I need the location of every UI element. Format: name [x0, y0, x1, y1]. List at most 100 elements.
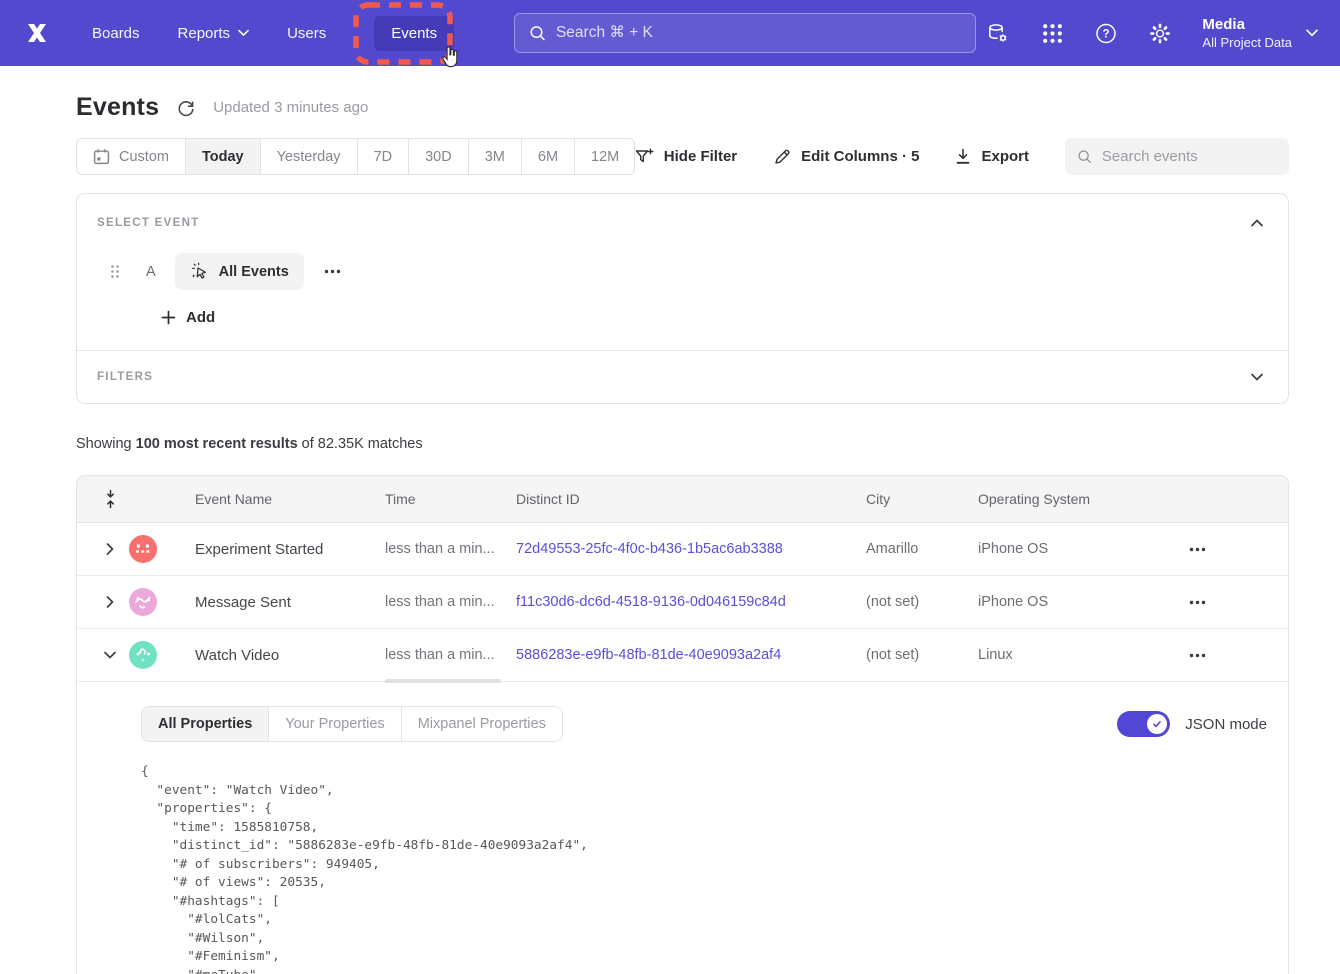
tab-mixpanel-properties[interactable]: Mixpanel Properties	[402, 707, 562, 741]
table-header-row: Event Name Time Distinct ID City Operati…	[77, 476, 1288, 523]
export-label: Export	[981, 148, 1029, 165]
date-range-6m[interactable]: 6M	[522, 139, 575, 174]
row-actions-button[interactable]	[1185, 596, 1210, 609]
query-builder-card: SELECT EVENT A	[76, 193, 1289, 404]
avatar	[129, 641, 157, 669]
global-search-input[interactable]	[556, 24, 961, 42]
event-avatar	[129, 641, 173, 669]
date-range-label: 30D	[425, 149, 452, 165]
refresh-icon[interactable]	[176, 98, 196, 118]
date-range-12m[interactable]: 12M	[575, 139, 635, 174]
nav-item-reports[interactable]: Reports	[178, 25, 250, 42]
column-header-distinct-id[interactable]: Distinct ID	[500, 491, 850, 507]
json-mode-label: JSON mode	[1185, 716, 1267, 733]
nav-item-label: Boards	[92, 25, 140, 42]
hand-cursor-icon	[439, 45, 463, 71]
column-header-city[interactable]: City	[850, 491, 962, 507]
collapse-section-button[interactable]	[1246, 212, 1268, 234]
date-range-30d[interactable]: 30D	[409, 139, 469, 174]
date-range-selector: Custom Today Yesterday 7D 30D 3M 6M 12M	[76, 138, 635, 175]
row-expand-button[interactable]	[91, 596, 129, 608]
event-query-row: A All Events	[97, 253, 1268, 290]
nav-item-label: Reports	[178, 25, 231, 42]
hide-filter-label: Hide Filter	[664, 148, 737, 165]
export-button[interactable]: Export	[955, 148, 1029, 165]
chevron-down-icon	[104, 651, 116, 659]
distinct-id-link[interactable]: f11c30d6-dc6d-4518-9136-0d046159c84d	[500, 594, 850, 610]
date-range-custom[interactable]: Custom	[77, 139, 186, 174]
avatar	[129, 588, 157, 616]
chevron-down-icon	[1306, 29, 1318, 37]
edit-columns-button[interactable]: Edit Columns · 5	[773, 148, 919, 166]
settings-gear-icon[interactable]	[1148, 21, 1172, 45]
events-table: Event Name Time Distinct ID City Operati…	[76, 475, 1289, 974]
row-actions-button[interactable]	[1185, 649, 1210, 662]
help-icon[interactable]: ?	[1094, 21, 1118, 45]
row-collapse-button[interactable]	[91, 651, 129, 659]
search-events-input[interactable]	[1102, 148, 1277, 165]
add-event-button[interactable]: Add	[161, 309, 215, 326]
event-name: Message Sent	[173, 594, 370, 611]
chevron-up-icon	[1251, 219, 1263, 227]
event-name: Experiment Started	[173, 541, 370, 558]
date-range-label: 6M	[538, 149, 558, 165]
global-search-bar[interactable]	[514, 13, 976, 53]
event-selector-button[interactable]: All Events	[175, 253, 304, 290]
filters-section[interactable]: FILTERS	[77, 351, 1288, 403]
filters-label: FILTERS	[97, 371, 153, 383]
avatar-face-icon	[129, 641, 157, 669]
json-mode-toggle[interactable]	[1117, 711, 1170, 737]
date-range-label: 3M	[485, 149, 505, 165]
row-expand-button[interactable]	[91, 543, 129, 555]
plus-icon	[161, 310, 176, 325]
date-range-label: Custom	[119, 149, 169, 165]
data-management-icon[interactable]	[986, 21, 1010, 45]
date-range-7d[interactable]: 7D	[358, 139, 410, 174]
event-city: (not set)	[850, 647, 962, 663]
expand-section-button[interactable]	[1246, 366, 1268, 388]
event-row-more-button[interactable]	[324, 269, 341, 274]
results-prefix: Showing	[76, 436, 136, 452]
nav-item-events-active[interactable]: Events	[374, 16, 454, 51]
ellipsis-icon	[324, 269, 341, 274]
apps-grid-icon[interactable]	[1040, 21, 1064, 45]
magic-cursor-icon	[190, 262, 209, 281]
main-content: Events Updated 3 minutes ago Custom Toda…	[0, 93, 1340, 974]
column-header-event-name[interactable]: Event Name	[173, 491, 370, 507]
project-switcher[interactable]: Media All Project Data	[1202, 15, 1318, 51]
select-event-section: SELECT EVENT A	[77, 194, 1288, 350]
add-label: Add	[186, 309, 215, 326]
column-header-os[interactable]: Operating System	[962, 491, 1169, 507]
date-range-3m[interactable]: 3M	[469, 139, 522, 174]
hide-filter-button[interactable]: Hide Filter	[635, 148, 737, 166]
event-detail-panel: All Properties Your Properties Mixpanel …	[77, 682, 1288, 974]
mixpanel-logo-icon[interactable]	[22, 18, 52, 48]
toolbar: Custom Today Yesterday 7D 30D 3M 6M 12M …	[76, 138, 1289, 175]
nav-item-boards[interactable]: Boards	[92, 25, 140, 42]
avatar-face-icon	[129, 588, 157, 616]
select-event-label: SELECT EVENT	[97, 217, 200, 229]
row-actions-button[interactable]	[1185, 543, 1210, 556]
ellipsis-icon	[1189, 547, 1206, 552]
date-range-today[interactable]: Today	[186, 139, 261, 174]
query-row-letter: A	[146, 264, 156, 280]
event-json-viewer[interactable]: { "event": "Watch Video", "properties": …	[141, 763, 1267, 974]
date-range-yesterday[interactable]: Yesterday	[261, 139, 358, 174]
check-icon	[1151, 718, 1163, 730]
drag-handle-icon[interactable]	[110, 264, 120, 279]
horizontal-scrollbar[interactable]	[385, 679, 501, 683]
project-info: Media All Project Data	[1202, 15, 1292, 51]
tab-all-properties[interactable]: All Properties	[142, 707, 269, 741]
nav-item-users[interactable]: Users	[287, 25, 326, 42]
json-mode-control: JSON mode	[1117, 711, 1267, 737]
column-header-time[interactable]: Time	[370, 491, 500, 507]
ellipsis-icon	[1189, 653, 1206, 658]
results-summary: Showing 100 most recent results of 82.35…	[76, 436, 1289, 452]
distinct-id-link[interactable]: 72d49553-25fc-4f0c-b436-1b5ac6ab3388	[500, 541, 850, 557]
distinct-id-link[interactable]: 5886283e-e9fb-48fb-81de-40e9093a2af4	[500, 647, 850, 663]
sort-icon[interactable]	[91, 489, 129, 509]
date-range-label: 12M	[591, 149, 619, 165]
search-events-field[interactable]	[1065, 138, 1289, 175]
tab-your-properties[interactable]: Your Properties	[269, 707, 401, 741]
event-selector-value: All Events	[219, 264, 289, 280]
